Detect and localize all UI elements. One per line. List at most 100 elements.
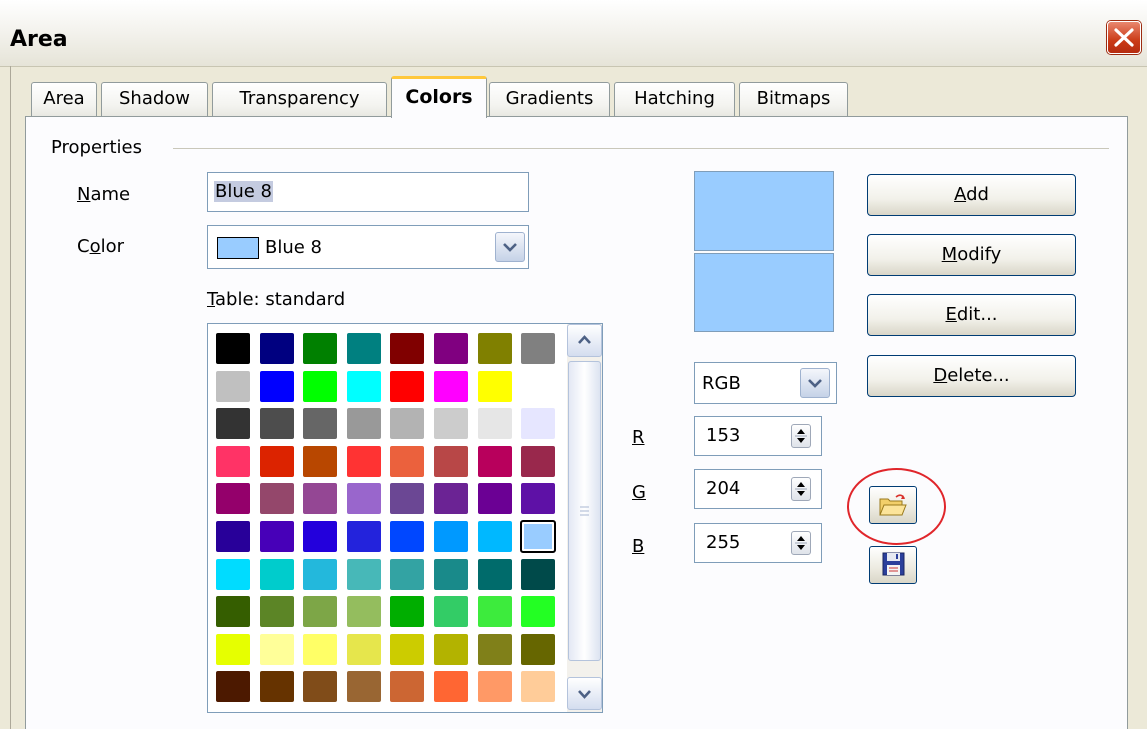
color-swatch[interactable] xyxy=(302,632,339,666)
color-swatch[interactable] xyxy=(302,557,339,591)
color-swatch[interactable] xyxy=(520,444,557,478)
color-table-scrollbar[interactable] xyxy=(567,324,602,712)
edit-button[interactable]: Edit... xyxy=(867,294,1076,336)
color-swatch[interactable] xyxy=(433,520,469,553)
color-model-dropdown[interactable]: RGB xyxy=(694,362,837,404)
color-swatch[interactable] xyxy=(433,369,469,403)
color-swatch[interactable] xyxy=(476,595,513,629)
color-swatch[interactable] xyxy=(520,595,557,629)
g-spinner[interactable] xyxy=(791,477,811,501)
modify-button[interactable]: Modify xyxy=(867,234,1076,276)
color-swatch[interactable] xyxy=(476,444,513,478)
color-swatch[interactable] xyxy=(389,520,426,553)
scroll-down-button[interactable] xyxy=(567,677,602,710)
color-swatch[interactable] xyxy=(215,520,251,553)
color-swatch[interactable] xyxy=(433,632,469,666)
color-swatch[interactable] xyxy=(215,407,251,441)
color-swatch[interactable] xyxy=(520,482,557,516)
color-swatch[interactable] xyxy=(520,632,557,666)
color-swatch[interactable] xyxy=(433,595,469,629)
color-swatch[interactable] xyxy=(476,670,513,704)
color-swatch[interactable] xyxy=(302,369,339,403)
color-swatch[interactable] xyxy=(520,520,557,553)
color-swatch[interactable] xyxy=(345,670,382,704)
color-swatch[interactable] xyxy=(433,670,469,704)
color-swatch[interactable] xyxy=(433,444,469,478)
color-swatch[interactable] xyxy=(258,332,295,365)
color-swatch[interactable] xyxy=(215,369,251,403)
add-button[interactable]: Add xyxy=(867,174,1076,216)
color-swatch[interactable] xyxy=(258,482,295,516)
color-swatch[interactable] xyxy=(345,407,382,441)
color-swatch[interactable] xyxy=(345,632,382,666)
color-swatch[interactable] xyxy=(520,369,557,403)
color-swatch[interactable] xyxy=(389,670,426,704)
color-swatch[interactable] xyxy=(215,595,251,629)
color-swatch[interactable] xyxy=(520,557,557,591)
color-swatch[interactable] xyxy=(389,444,426,478)
color-swatch[interactable] xyxy=(345,520,382,553)
scroll-thumb[interactable] xyxy=(568,361,601,661)
color-swatch[interactable] xyxy=(345,482,382,516)
color-swatch[interactable] xyxy=(433,557,469,591)
save-color-list-button[interactable] xyxy=(869,546,917,584)
color-swatch[interactable] xyxy=(258,632,295,666)
color-swatch[interactable] xyxy=(302,407,339,441)
color-swatch[interactable] xyxy=(389,557,426,591)
color-swatch[interactable] xyxy=(520,670,557,704)
color-swatch[interactable] xyxy=(389,369,426,403)
color-swatch[interactable] xyxy=(345,595,382,629)
color-swatch[interactable] xyxy=(302,520,339,553)
color-swatch[interactable] xyxy=(302,482,339,516)
color-dropdown[interactable]: Blue 8 xyxy=(207,225,529,269)
color-swatch[interactable] xyxy=(302,332,339,365)
color-swatch[interactable] xyxy=(302,670,339,704)
color-swatch[interactable] xyxy=(215,482,251,516)
color-swatch[interactable] xyxy=(476,520,513,553)
color-swatch[interactable] xyxy=(345,444,382,478)
color-swatch[interactable] xyxy=(389,482,426,516)
color-swatch[interactable] xyxy=(302,444,339,478)
color-swatch[interactable] xyxy=(389,632,426,666)
b-spinner[interactable] xyxy=(791,531,811,555)
color-swatch[interactable] xyxy=(520,407,557,441)
color-swatch[interactable] xyxy=(389,332,426,365)
r-input[interactable]: 153 xyxy=(694,416,822,456)
color-swatch[interactable] xyxy=(258,369,295,403)
g-input[interactable]: 204 xyxy=(694,469,822,509)
color-swatch[interactable] xyxy=(476,407,513,441)
color-swatch[interactable] xyxy=(476,557,513,591)
color-swatch[interactable] xyxy=(433,407,469,441)
color-swatch[interactable] xyxy=(215,670,251,704)
color-swatch[interactable] xyxy=(215,332,251,365)
delete-button[interactable]: Delete... xyxy=(867,355,1076,397)
color-swatch[interactable] xyxy=(215,444,251,478)
color-swatch[interactable] xyxy=(433,482,469,516)
color-swatch[interactable] xyxy=(215,632,251,666)
color-swatch[interactable] xyxy=(258,444,295,478)
b-input[interactable]: 255 xyxy=(694,523,822,563)
color-dropdown-arrow[interactable] xyxy=(495,232,525,262)
color-swatch[interactable] xyxy=(476,632,513,666)
color-swatch[interactable] xyxy=(302,595,339,629)
color-swatch[interactable] xyxy=(476,482,513,516)
color-swatch[interactable] xyxy=(258,557,295,591)
color-swatch[interactable] xyxy=(345,332,382,365)
color-swatch[interactable] xyxy=(476,332,513,365)
color-swatch[interactable] xyxy=(345,369,382,403)
color-model-dropdown-arrow[interactable] xyxy=(800,368,830,398)
color-swatch[interactable] xyxy=(258,670,295,704)
color-swatch[interactable] xyxy=(520,332,557,365)
color-swatch[interactable] xyxy=(345,557,382,591)
color-swatch[interactable] xyxy=(476,369,513,403)
color-swatch[interactable] xyxy=(215,557,251,591)
name-input[interactable]: Blue 8 xyxy=(207,172,529,212)
scroll-up-button[interactable] xyxy=(567,324,602,357)
color-swatch[interactable] xyxy=(258,407,295,441)
color-swatch[interactable] xyxy=(389,407,426,441)
color-swatch[interactable] xyxy=(389,595,426,629)
color-swatch[interactable] xyxy=(433,332,469,365)
r-spinner[interactable] xyxy=(791,424,811,448)
color-swatch[interactable] xyxy=(258,520,295,553)
color-swatch[interactable] xyxy=(258,595,295,629)
